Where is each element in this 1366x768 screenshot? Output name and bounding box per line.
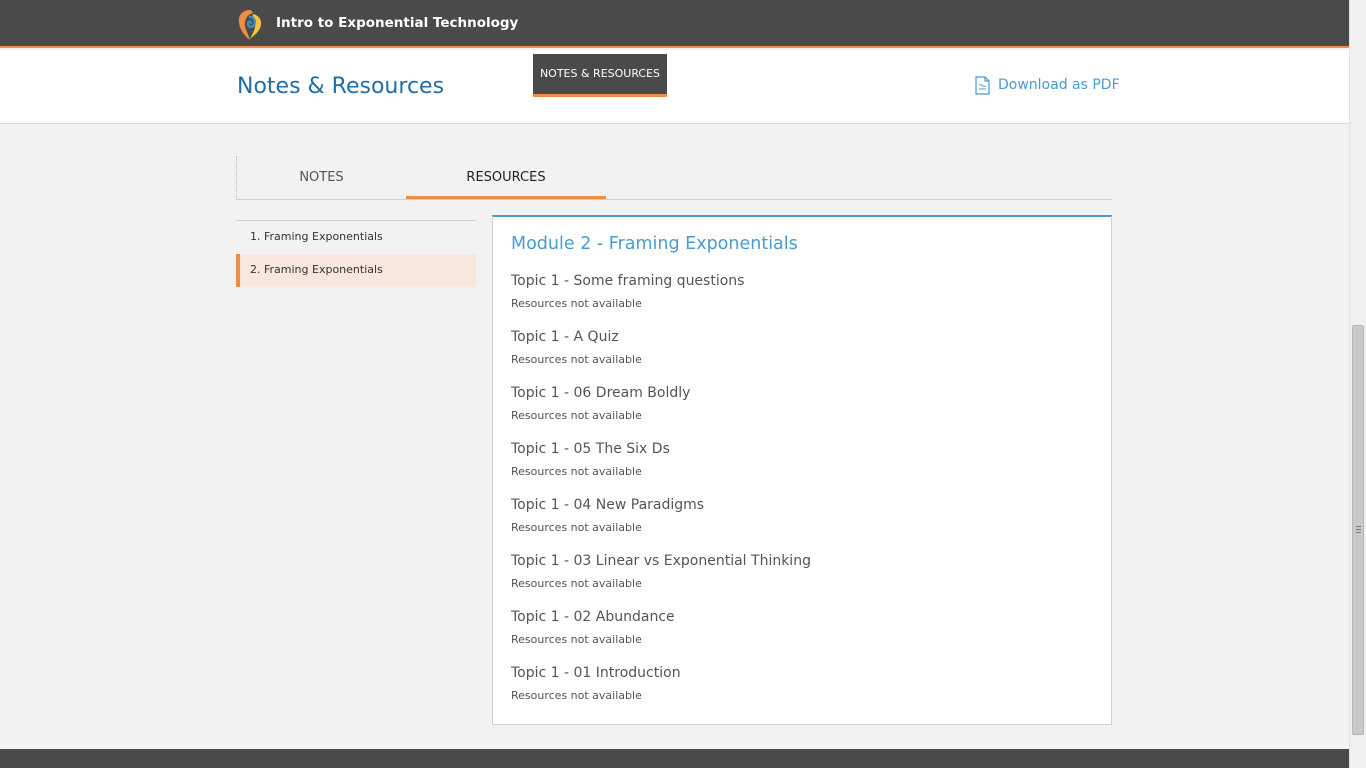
page-header: Notes & Resources NOTES & RESOURCES Down… — [0, 50, 1349, 124]
topic-item: Topic 1 - 01 Introduction Resources not … — [511, 665, 811, 721]
pdf-file-icon — [975, 75, 990, 95]
tab-notes[interactable]: NOTES — [237, 156, 406, 199]
topic-title: Topic 1 - A Quiz — [511, 329, 619, 345]
resources-panel: Module 2 - Framing Exponentials Topic 1 … — [492, 215, 1112, 725]
topic-list: Topic 1 - Some framing questions Resourc… — [511, 273, 811, 721]
topic-title: Topic 1 - Some framing questions — [511, 273, 745, 289]
brand-logo-icon[interactable] — [236, 9, 264, 41]
scrollbar-thumb[interactable] — [1352, 325, 1364, 735]
notes-resources-tabs: NOTES RESOURCES — [236, 156, 1112, 200]
page-title: Notes & Resources — [237, 74, 445, 99]
topic-status: Resources not available — [511, 465, 642, 478]
course-title[interactable]: Intro to Exponential Technology — [276, 15, 518, 31]
topic-status: Resources not available — [511, 689, 642, 702]
topic-status: Resources not available — [511, 577, 642, 590]
topic-item: Topic 1 - 04 New Paradigms Resources not… — [511, 497, 811, 553]
topic-item: Topic 1 - 06 Dream Boldly Resources not … — [511, 385, 811, 441]
topic-title: Topic 1 - 06 Dream Boldly — [511, 385, 691, 401]
topic-title: Topic 1 - 01 Introduction — [511, 665, 681, 681]
topic-status: Resources not available — [511, 633, 642, 646]
topic-item: Topic 1 - 05 The Six Ds Resources not av… — [511, 441, 811, 497]
download-pdf-link[interactable]: Download as PDF — [975, 75, 1120, 95]
tab-resources[interactable]: RESOURCES — [406, 156, 606, 199]
topic-item: Topic 1 - A Quiz Resources not available — [511, 329, 811, 385]
topic-status: Resources not available — [511, 409, 642, 422]
footer-bar — [0, 749, 1349, 768]
module-list-item-active[interactable]: 2. Framing Exponentials — [236, 254, 476, 287]
topic-status: Resources not available — [511, 297, 642, 310]
topic-status: Resources not available — [511, 353, 642, 366]
topic-status: Resources not available — [511, 521, 642, 534]
topic-title: Topic 1 - 05 The Six Ds — [511, 441, 670, 457]
module-list-item[interactable]: 1. Framing Exponentials — [236, 221, 476, 254]
module-title: Module 2 - Framing Exponentials — [511, 234, 798, 254]
topic-title: Topic 1 - 03 Linear vs Exponential Think… — [511, 553, 811, 569]
topic-title: Topic 1 - 02 Abundance — [511, 609, 675, 625]
topic-item: Topic 1 - 03 Linear vs Exponential Think… — [511, 553, 811, 609]
topic-item: Topic 1 - Some framing questions Resourc… — [511, 273, 811, 329]
module-list: 1. Framing Exponentials 2. Framing Expon… — [236, 220, 476, 287]
topic-title: Topic 1 - 04 New Paradigms — [511, 497, 705, 513]
top-bar: Intro to Exponential Technology — [0, 0, 1349, 48]
topic-item: Topic 1 - 02 Abundance Resources not ava… — [511, 609, 811, 665]
download-pdf-label: Download as PDF — [998, 77, 1120, 93]
page-scrollbar[interactable] — [1349, 0, 1366, 768]
scrollbar-grip-icon — [1356, 526, 1361, 533]
notes-resources-nav-tab[interactable]: NOTES & RESOURCES — [533, 54, 667, 97]
